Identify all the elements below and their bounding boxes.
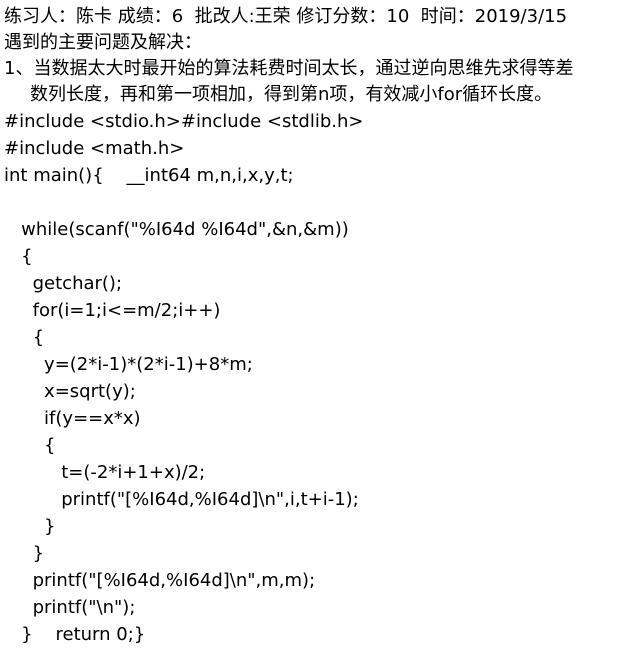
document-page: 练习人：陈卡 成绩：6 批改人:王荣 修订分数：10 时间：2019/3/15 … <box>0 0 639 663</box>
problems-heading: 遇到的主要问题及解决： <box>4 32 202 53</box>
code-line: if(y==x*x) <box>4 408 141 429</box>
problem-item-1-line-2: 数列长度，再和第一项相加，得到第n项，有效减小for循环长度。 <box>30 84 553 105</box>
code-line: } <box>4 543 45 564</box>
code-line: t=(-2*i+1+x)/2; <box>4 462 206 483</box>
code-line: } return 0;} <box>4 624 146 645</box>
code-line: { <box>4 327 45 348</box>
code-line: #include <stdio.h>#include <stdlib.h> <box>4 111 364 132</box>
code-block: #include <stdio.h>#include <stdlib.h> #i… <box>4 108 639 648</box>
code-line: for(i=1;i<=m/2;i++) <box>4 300 221 321</box>
code-line: } <box>4 516 56 537</box>
code-line: getchar(); <box>4 273 123 294</box>
code-line: y=(2*i-1)*(2*i-1)+8*m; <box>4 354 253 375</box>
code-line: { <box>4 246 33 267</box>
code-line: x=sqrt(y); <box>4 381 136 402</box>
code-line: while(scanf("%I64d %I64d",&n,&m)) <box>4 219 349 240</box>
code-line: int main(){ __int64 m,n,i,x,y,t; <box>4 165 294 186</box>
code-line: printf("[%I64d,%I64d]\n",m,m); <box>4 570 316 591</box>
code-line: #include <math.h> <box>4 138 185 159</box>
code-line: { <box>4 435 56 456</box>
problem-item-1-line-1: 1、当数据太大时最开始的算法耗费时间太长，通过逆向思维先求得等差 <box>4 58 574 79</box>
meta-line: 练习人：陈卡 成绩：6 批改人:王荣 修订分数：10 时间：2019/3/15 <box>4 6 568 27</box>
code-line: printf("[%I64d,%I64d]\n",i,t+i-1); <box>4 489 359 510</box>
code-line: printf("\n"); <box>4 597 136 618</box>
